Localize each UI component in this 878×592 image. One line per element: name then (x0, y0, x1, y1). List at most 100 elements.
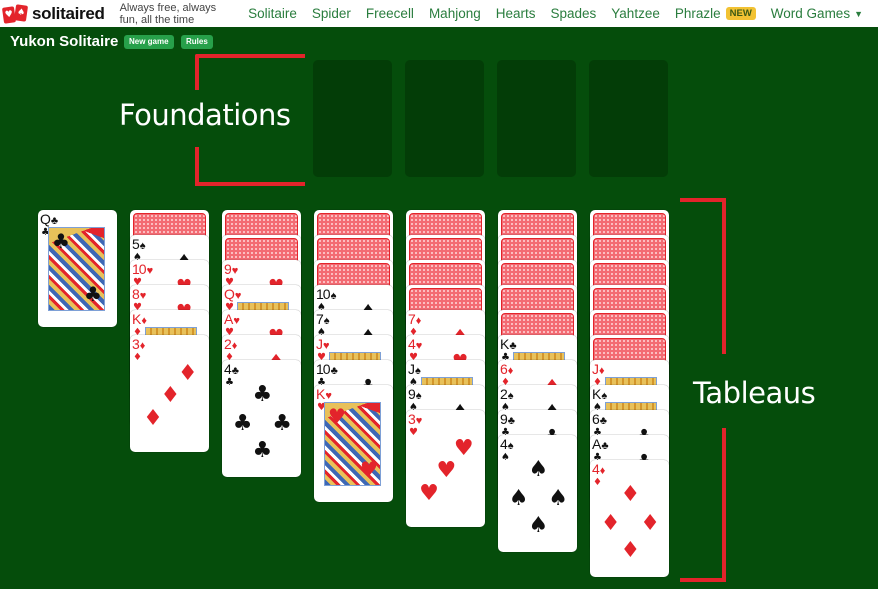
rules-button[interactable]: Rules (181, 35, 213, 49)
nav-link-label: Spider (311, 6, 351, 21)
card-K-hearts[interactable]: K♥ ♥ ♥ ♥ (314, 385, 393, 502)
nav-link-label: Yahtzee (611, 6, 660, 21)
court-card-artwork: ♥ ♥ (324, 402, 381, 486)
foundations-bracket-bottom (195, 147, 305, 186)
card-suit-icon: ♣ (330, 365, 338, 377)
nav-link-solitaire[interactable]: Solitaire (248, 6, 297, 21)
nav-link-freecell[interactable]: Freecell (366, 6, 414, 21)
card-pip-icon: ♠ (508, 486, 529, 512)
card-4-diamonds[interactable]: 4♦ ♦ ♦ ♦ ♦ ♦ (590, 460, 669, 577)
card-pip-icon: ♥ (360, 457, 378, 481)
nav-links: Solitaire Spider Freecell Mahjong Hearts… (248, 6, 878, 21)
card-4-spades[interactable]: 4♠ ♠ ♠ ♠ ♠ ♠ (498, 435, 577, 552)
card-4-clubs[interactable]: 4♣ ♣ ♣ ♣ ♣ ♣ (222, 360, 301, 477)
game-title: Yukon Solitaire (10, 33, 119, 50)
nav-link-word-games[interactable]: Word Games ▼ (771, 6, 863, 21)
card-suit-icon: ♠ (507, 390, 514, 402)
card-pip-icon: ♦ (640, 511, 660, 537)
card-pip-icon: ♣ (52, 229, 70, 253)
card-pip-icon: ♠ (548, 486, 568, 512)
nav-link-label: Hearts (495, 6, 536, 21)
card-pip-icon: ♣ (272, 411, 292, 437)
card-pip-icon: ♥ (436, 457, 457, 483)
card-suit-icon: ♣ (509, 340, 516, 352)
card-suit-icon: ♥ (323, 340, 329, 352)
card-suit-icon: ♦ (599, 365, 605, 377)
card-suit-icon: ♥ (415, 415, 422, 427)
card-pip-icon: ♦ (600, 511, 621, 537)
nav-link-mahjong[interactable]: Mahjong (429, 6, 481, 21)
card-corner-suit-icon: ♣ (225, 377, 234, 388)
nav-link-phrazle[interactable]: Phrazle NEW (675, 6, 756, 21)
new-badge: NEW (725, 7, 756, 20)
card-pip-icon: ♥ (328, 404, 346, 428)
nav-link-label: Freecell (365, 6, 414, 21)
tableaus-bracket-bottom (680, 428, 726, 582)
card-Q-clubs[interactable]: Q♣ ♣ ♣ ♣ (38, 210, 117, 327)
nav-link-label: Spades (550, 6, 597, 21)
card-pip-icon: ♣ (252, 382, 273, 408)
card-suit-icon: ♦ (231, 340, 238, 352)
card-suit-icon: ♦ (141, 315, 147, 327)
card-suit-icon: ♠ (601, 390, 607, 402)
card-pip-icon: ♣ (84, 282, 102, 306)
card-suit-icon: ♥ (146, 265, 153, 277)
card-suit-icon: ♠ (139, 240, 146, 252)
foundation-slot-1[interactable] (313, 60, 392, 177)
card-3-hearts[interactable]: 3♥ ♥ ♥ ♥ ♥ (406, 410, 485, 527)
card-pip-icon: ♥ (419, 481, 439, 507)
card-pip-icon: ♦ (160, 382, 181, 408)
card-suit-icon: ♠ (415, 390, 422, 402)
card-corner-suit-icon: ♠ (501, 452, 510, 463)
card-suit-icon: ♥ (233, 315, 239, 327)
logo-text: solitaired (32, 3, 105, 23)
card-pip-icon: ♦ (620, 538, 641, 564)
court-card-artwork: ♣ ♣ (48, 227, 105, 311)
foundation-slot-3[interactable] (497, 60, 576, 177)
top-nav: ♥ ♠ solitaired Always free, always fun, … (0, 0, 878, 27)
card-suit-icon: ♥ (234, 290, 241, 302)
card-suit-icon: ♣ (50, 215, 58, 227)
card-suit-icon: ♠ (323, 315, 330, 327)
card-pip-icon: ♠ (528, 457, 549, 483)
card-suit-icon: ♥ (415, 340, 422, 352)
card-suit-icon: ♣ (507, 415, 515, 427)
tagline: Always free, always fun, all the time (119, 1, 217, 26)
card-corner-suit-icon: ♦ (133, 352, 142, 363)
foundation-slot-2[interactable] (405, 60, 484, 177)
card-suit-icon: ♦ (599, 465, 606, 477)
nav-link-label: Mahjong (428, 6, 481, 21)
card-suit-icon: ♠ (507, 440, 514, 452)
card-pip-icon: ♣ (232, 411, 253, 437)
card-corner-suit-icon: ♦ (593, 477, 602, 488)
card-pip-icon: ♦ (177, 360, 198, 386)
card-3-diamonds[interactable]: 3♦ ♦ ♦ ♦ ♦ (130, 335, 209, 452)
card-suit-icon: ♥ (325, 390, 331, 402)
nav-link-label: Phrazle (674, 6, 721, 21)
card-suit-icon: ♠ (330, 290, 337, 302)
card-pip-icon: ♦ (143, 406, 163, 432)
logo-cards-icon: ♥ ♠ (1, 3, 29, 24)
card-suit-icon: ♦ (507, 365, 514, 377)
tableaus-bracket-top (680, 198, 726, 354)
nav-link-label: Solitaire (248, 6, 297, 21)
card-suit-icon: ♥ (231, 265, 238, 277)
nav-link-label: Word Games (770, 6, 851, 21)
tableaus-label: Tableaus (693, 376, 816, 410)
card-corner-suit-icon: ♥ (409, 427, 418, 438)
nav-link-spider[interactable]: Spider (312, 6, 351, 21)
nav-link-yahtzee[interactable]: Yahtzee (611, 6, 660, 21)
card-suit-icon: ♦ (415, 315, 422, 327)
nav-link-spades[interactable]: Spades (551, 6, 597, 21)
site-logo[interactable]: ♥ ♠ solitaired (1, 3, 105, 24)
card-suit-icon: ♠ (415, 365, 421, 377)
card-pip-icon: ♣ (252, 438, 273, 464)
foundation-slot-4[interactable] (589, 60, 668, 177)
card-pip-icon: ♠ (528, 513, 549, 539)
nav-link-hearts[interactable]: Hearts (496, 6, 536, 21)
card-pip-icon: ♦ (620, 482, 641, 508)
caret-down-icon: ▼ (854, 8, 863, 19)
card-pip-icon: ♥ (453, 435, 474, 461)
new-game-button[interactable]: New game (124, 35, 174, 49)
card-suit-icon: ♣ (601, 440, 608, 452)
